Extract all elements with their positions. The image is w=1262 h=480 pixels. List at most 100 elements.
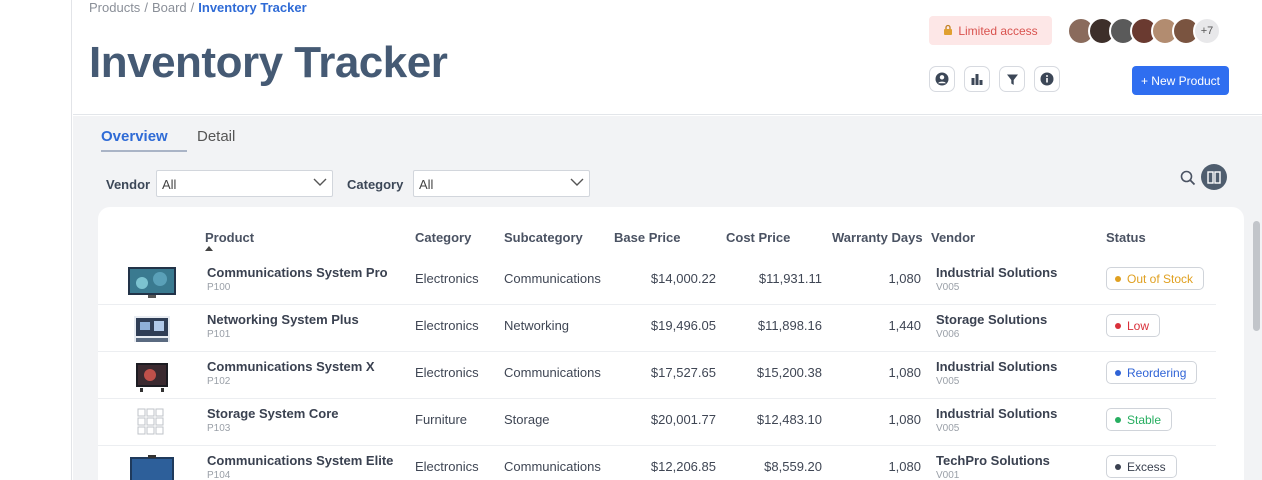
product-name[interactable]: Networking System Plus: [207, 312, 359, 327]
page-header: Products / Board / Inventory Tracker Invento…: [73, 0, 1262, 115]
category-select-value: All: [419, 177, 434, 192]
column-header-cost-price[interactable]: Cost Price: [726, 230, 790, 245]
column-header-vendor[interactable]: Vendor: [931, 230, 975, 245]
product-id: P103: [207, 423, 231, 434]
category-select[interactable]: All: [413, 170, 590, 197]
cost-price-cell: $15,200.38: [756, 365, 822, 380]
table-scrollbar[interactable]: [1253, 221, 1260, 331]
product-id: P102: [207, 376, 231, 387]
subcategory-cell: Communications: [504, 365, 601, 380]
product-thumbnail: [128, 267, 176, 299]
status-badge: Reordering: [1106, 361, 1198, 384]
status-badge: Excess: [1106, 455, 1177, 478]
base-price-cell: $12,206.85: [650, 459, 716, 474]
table-search-button[interactable]: [1180, 170, 1196, 191]
search-icon: [1180, 170, 1196, 186]
chart-button[interactable]: [964, 66, 990, 92]
column-header-status[interactable]: Status: [1106, 230, 1146, 245]
column-header-product[interactable]: Product: [205, 230, 254, 245]
column-header-subcategory[interactable]: Subcategory: [504, 230, 583, 245]
table-row[interactable]: Communications System Pro P100 Electroni…: [98, 258, 1216, 305]
status-dot: [1115, 322, 1121, 329]
category-cell: Electronics: [415, 365, 479, 380]
vendor-id: V001: [936, 470, 960, 480]
warranty-cell: 1,080: [888, 412, 921, 427]
product-thumbnail: [128, 407, 176, 439]
breadcrumb-current: Inventory Tracker: [198, 0, 307, 15]
table-row[interactable]: Communications System X P102 Electronics…: [98, 352, 1216, 399]
new-product-button[interactable]: + New Product: [1132, 66, 1229, 95]
product-thumbnail: [128, 314, 176, 346]
view-tabs: Overview Detail: [101, 128, 235, 152]
product-name[interactable]: Communications System Pro: [207, 265, 388, 280]
vendor-name[interactable]: TechPro Solutions: [936, 453, 1050, 468]
product-id: P104: [207, 470, 231, 480]
product-name[interactable]: Communications System Elite: [207, 453, 393, 468]
category-filter-label: Category: [347, 177, 404, 192]
base-price-cell: $19,496.05: [650, 318, 716, 333]
table-row[interactable]: Storage System Core P103 Furniture Stora…: [98, 399, 1216, 446]
info-icon: [1040, 72, 1054, 86]
vendor-id: V005: [936, 376, 960, 387]
breadcrumb-products[interactable]: Products: [89, 0, 140, 15]
status-label: Out of Stock: [1127, 271, 1194, 286]
vendor-id: V006: [936, 329, 960, 340]
info-button[interactable]: [1034, 66, 1060, 92]
status-label: Excess: [1127, 459, 1166, 474]
warranty-cell: 1,440: [888, 318, 921, 333]
vendor-id: V005: [936, 282, 960, 293]
subcategory-cell: Communications: [504, 459, 601, 474]
subcategory-cell: Communications: [504, 271, 601, 286]
warranty-cell: 1,080: [888, 459, 921, 474]
lock-icon: [943, 24, 953, 38]
user-circle-icon: [935, 72, 949, 86]
table-row[interactable]: Communications System Elite P104 Electro…: [98, 446, 1216, 480]
category-cell: Furniture: [415, 412, 468, 427]
page-title: Inventory Tracker: [89, 38, 448, 87]
warranty-cell: 1,080: [888, 365, 921, 380]
status-label: Reordering: [1127, 365, 1187, 380]
status-dot: [1115, 416, 1121, 423]
product-name[interactable]: Storage System Core: [207, 406, 339, 421]
product-id: P100: [207, 282, 231, 293]
breadcrumb: Products / Board / Inventory Tracker: [89, 0, 307, 15]
subcategory-cell: Storage: [504, 412, 550, 427]
user-button[interactable]: [929, 66, 955, 92]
tab-overview[interactable]: Overview: [101, 128, 187, 152]
column-header-warranty-days[interactable]: Warranty Days: [832, 230, 923, 245]
column-header-base-price[interactable]: Base Price: [614, 230, 681, 245]
avatar-group[interactable]: +7: [1067, 17, 1221, 45]
filter-button[interactable]: [999, 66, 1025, 92]
category-cell: Electronics: [415, 318, 479, 333]
breadcrumb-board[interactable]: Board: [152, 0, 187, 15]
product-thumbnail: [128, 455, 176, 480]
bar-chart-icon: [971, 74, 983, 85]
product-id: P101: [207, 329, 231, 340]
status-badge: Low: [1106, 314, 1161, 337]
product-name[interactable]: Communications System X: [207, 359, 375, 374]
columns-toggle-button[interactable]: [1201, 164, 1227, 190]
cost-price-cell: $12,483.10: [756, 412, 822, 427]
vendor-name[interactable]: Storage Solutions: [936, 312, 1047, 327]
chevron-down-icon: [570, 178, 584, 186]
status-badge: Stable: [1106, 408, 1173, 431]
status-label: Stable: [1127, 412, 1162, 427]
status-label: Low: [1127, 318, 1150, 333]
vendor-name[interactable]: Industrial Solutions: [936, 265, 1057, 280]
sort-ascending-icon[interactable]: [205, 246, 213, 251]
main-content: Overview Detail Vendor All Category All …: [73, 116, 1262, 480]
columns-icon: [1207, 170, 1221, 184]
cost-price-cell: $11,931.11: [758, 271, 822, 286]
status-dot: [1115, 463, 1121, 470]
chevron-down-icon: [313, 178, 327, 186]
avatar-more-count[interactable]: +7: [1193, 17, 1221, 45]
tab-detail[interactable]: Detail: [197, 128, 235, 152]
category-cell: Electronics: [415, 271, 479, 286]
vendor-name[interactable]: Industrial Solutions: [936, 359, 1057, 374]
product-thumbnail: [128, 361, 176, 393]
table-row[interactable]: Networking System Plus P101 Electronics …: [98, 305, 1216, 352]
vendor-name[interactable]: Industrial Solutions: [936, 406, 1057, 421]
vendor-select[interactable]: All: [156, 170, 333, 197]
product-table: Product Category Subcategory Base Price …: [98, 207, 1260, 480]
column-header-category[interactable]: Category: [415, 230, 471, 245]
